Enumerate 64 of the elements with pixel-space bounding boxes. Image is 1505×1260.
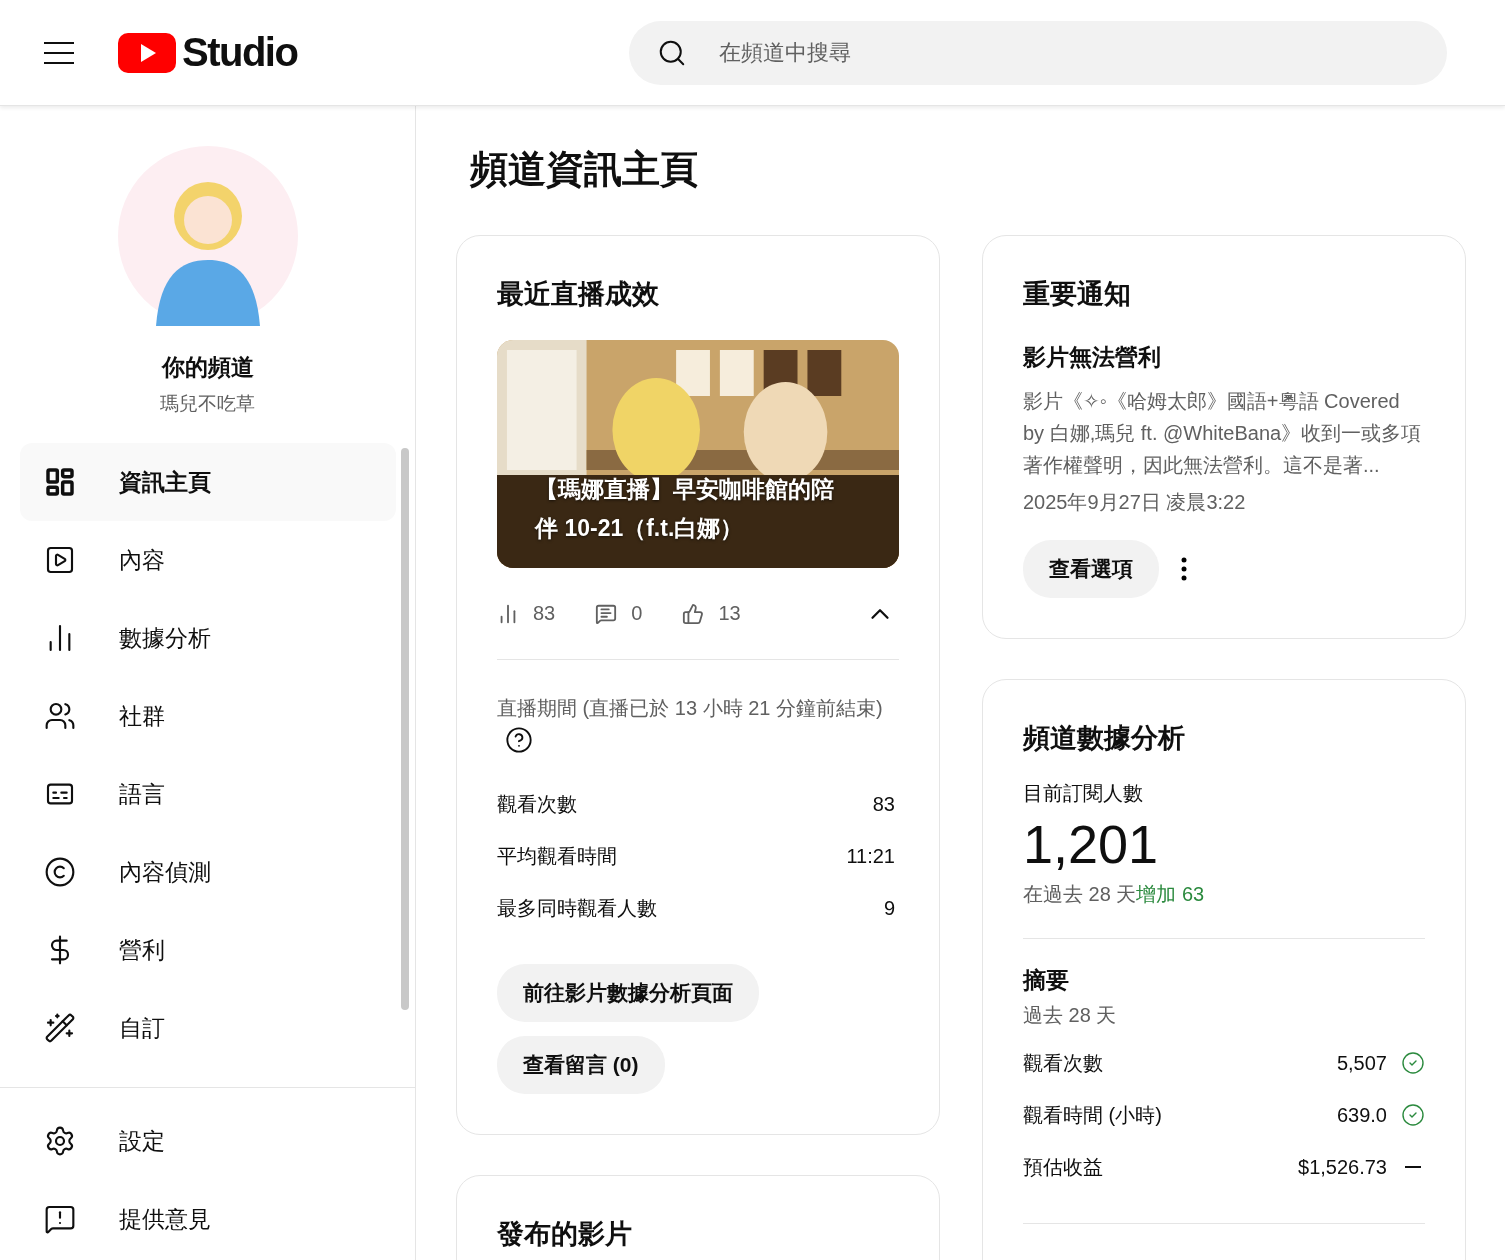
search-field[interactable]: 在頻道中搜尋 (629, 20, 1448, 85)
view-options-button[interactable]: 查看選項 (1023, 540, 1159, 598)
summary-label: 觀看次數 (1023, 1050, 1104, 1076)
copyright-icon (44, 856, 76, 888)
card-title: 頻道數據分析 (1023, 722, 1186, 755)
summary-label: 預估收益 (1023, 1154, 1104, 1180)
live-period: 直播期間 (直播已於 13 小時 21 分鐘前結束) (497, 696, 884, 721)
logo-text: Studio (182, 30, 298, 75)
nav-item[interactable]: 自訂 (20, 989, 396, 1067)
nav-item[interactable]: 語言 (20, 755, 396, 833)
check-icon (1401, 1103, 1425, 1127)
help-icon[interactable] (505, 726, 533, 754)
nav-item[interactable]: 內容 (20, 521, 396, 599)
thumbs-up-icon (682, 602, 705, 625)
check-icon (1401, 1051, 1425, 1075)
views-count: 83 (533, 602, 556, 625)
metric-value: 83 (872, 792, 895, 816)
summary-label: 觀看時間 (小時) (1023, 1102, 1163, 1128)
action-button[interactable]: 查看留言 (0) (497, 1036, 665, 1094)
nav-item[interactable]: 數據分析 (20, 599, 396, 677)
likes-count: 13 (718, 602, 741, 625)
dash-icon (1405, 1166, 1421, 1168)
scrollbar[interactable] (401, 448, 409, 1010)
page-title: 頻道資訊主頁 (470, 147, 699, 192)
dashboard-icon (44, 466, 76, 498)
nav-item[interactable]: 社群 (20, 677, 396, 755)
summary-title: 摘要 (1023, 966, 1070, 995)
people-icon (44, 700, 76, 732)
menu-button[interactable] (44, 41, 74, 64)
notice-date: 2025年9月27日 凌晨3:22 (1023, 490, 1247, 515)
summary-value: $1,526.73 (1298, 1155, 1387, 1179)
channel-label: 你的頻道 (161, 353, 254, 382)
summary-period: 過去 28 天 (1023, 1003, 1118, 1028)
magic-wand-icon (44, 1012, 76, 1044)
metric-value: 9 (883, 896, 895, 920)
nav-item[interactable]: 設定 (20, 1102, 396, 1180)
subscribers-label: 目前訂閱人數 (1023, 781, 1144, 806)
card-title: 發布的影片 (497, 1218, 633, 1251)
notice-text: 影片《✧◦《哈姆太郎》國語+粵語 Covered by 白娜,瑪兒 ft. @WhiteBana》收到一或多項著作權聲明，因此無法營利。這不是著... (1023, 389, 1423, 478)
notice-headline: 影片無法營利 (1023, 343, 1162, 372)
comments-count: 0 (631, 602, 643, 625)
channel-name: 瑪兒不吃草 (160, 392, 255, 416)
video-title[interactable]: 【瑪娜直播】早安咖啡館的陪伴 10-21（f.t.白娜） (535, 470, 853, 548)
summary-value: 5,507 (1336, 1051, 1387, 1075)
nav-item[interactable]: 營利 (20, 911, 396, 989)
video-icon (44, 544, 76, 576)
settings-icon (44, 1125, 76, 1157)
action-button[interactable]: 前往影片數據分析頁面 (497, 964, 759, 1022)
play-logo-icon (118, 32, 176, 73)
metric-value: 11:21 (846, 844, 895, 868)
comment-icon (595, 602, 618, 625)
card-title: 重要通知 (1023, 278, 1132, 311)
metric-label: 最多同時觀看人數 (497, 895, 657, 921)
subscriber-count: 1,201 (1023, 813, 1160, 875)
nav-item[interactable]: 內容偵測 (20, 833, 396, 911)
card-title: 最近直播成效 (497, 278, 660, 311)
metric-label: 觀看次數 (497, 791, 577, 817)
feedback-icon (44, 1203, 76, 1235)
summary-value: 639.0 (1336, 1103, 1387, 1127)
subscriber-change: 在過去 28 天增加 63 (1023, 882, 1206, 907)
nav-item[interactable]: 資訊主頁 (20, 443, 396, 521)
more-icon[interactable] (1181, 557, 1187, 581)
nav-item[interactable]: 提供意見 (20, 1180, 396, 1258)
metric-label: 平均觀看時間 (497, 843, 617, 869)
